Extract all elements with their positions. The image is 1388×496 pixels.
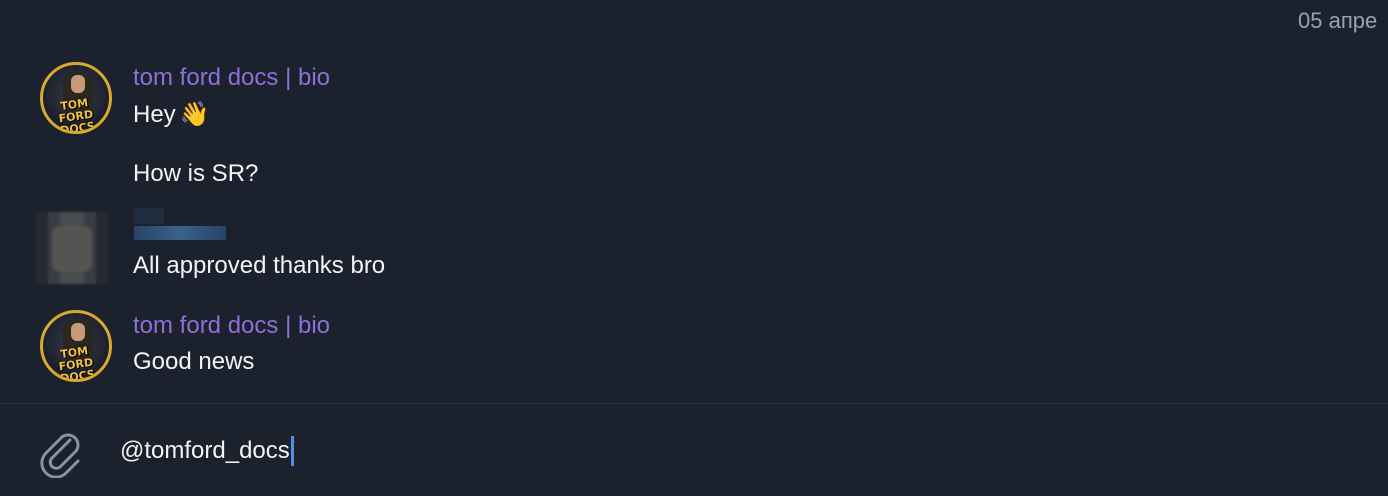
waving-hand-emoji: 👋 [179,101,210,128]
sender-name[interactable]: tom ford docs | bio [133,64,330,92]
avatar-face [71,75,85,93]
message-line: Hey [133,101,176,128]
redacted-sender-name [134,208,164,224]
avatar-logo-text: TOM FORD DOCS [57,344,96,382]
sender-name[interactable]: tom ford docs | bio [133,312,330,340]
sender-avatar[interactable]: TOM FORD DOCS [40,62,112,134]
message-composer: @tomford_docs [0,404,1388,496]
redacted-sender-name [134,226,226,240]
date-separator: 05 апре [1298,8,1378,33]
blurred-avatar-face [52,226,92,272]
message-text[interactable]: All approved thanks bro [133,252,385,280]
message-text[interactable]: Hey 👋 [133,100,210,129]
blurred-avatar[interactable] [36,212,108,284]
chat-history: 05 апре TOM FORD DOCS tom ford docs | bi… [0,0,1388,403]
message-text[interactable]: Good news [133,348,254,376]
text-caret [290,436,294,466]
message-input-value: @tomford_docs [120,437,290,464]
message-text[interactable]: How is SR? [133,160,258,188]
avatar-logo-text: TOM FORD DOCS [57,96,96,134]
sender-avatar[interactable]: TOM FORD DOCS [40,310,112,382]
message-input[interactable]: @tomford_docs [120,434,294,468]
paperclip-icon[interactable] [36,428,86,479]
avatar-face [71,323,85,341]
